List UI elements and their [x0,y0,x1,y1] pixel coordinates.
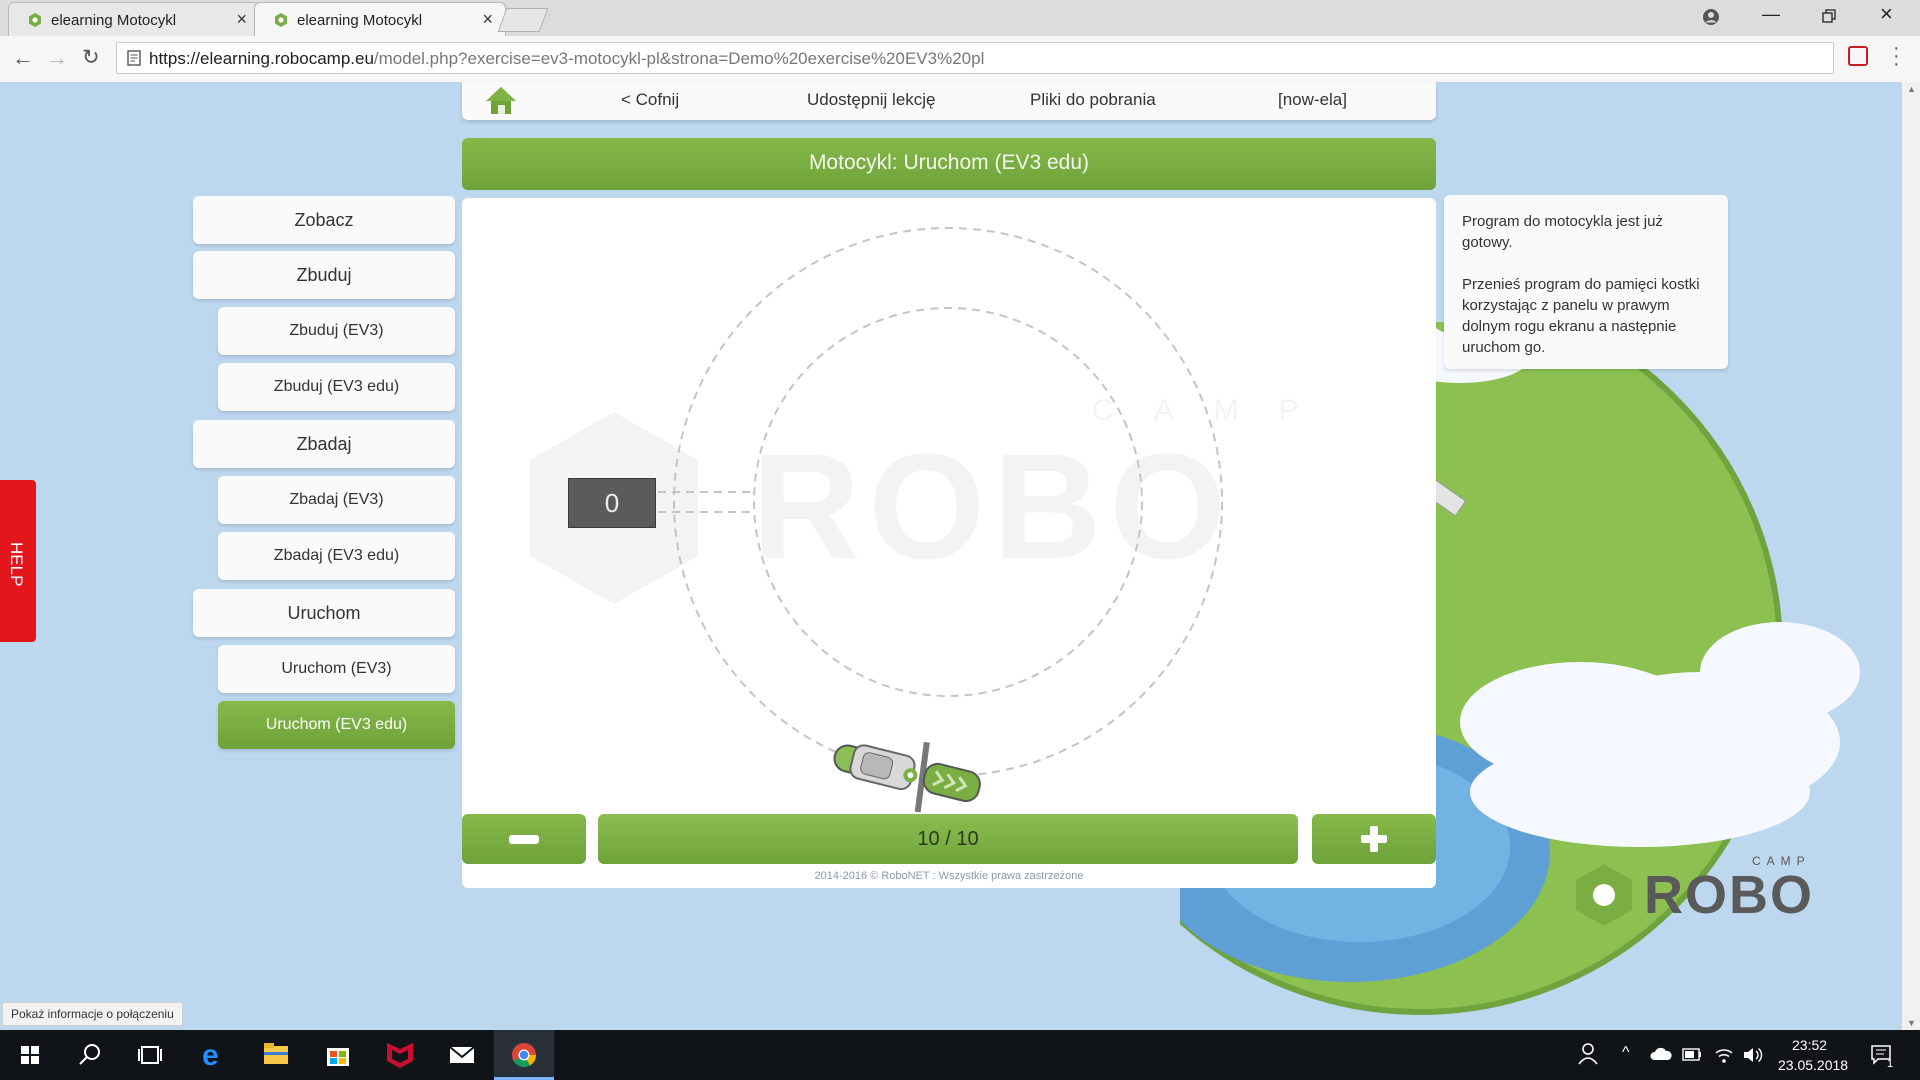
reload-icon[interactable]: ↻ [82,45,100,70]
page-title: Motocykl: Uruchom (EV3 edu) [462,138,1436,190]
sidebar-item-zbadaj[interactable]: Zbadaj [193,420,455,468]
show-hidden-icons-icon[interactable]: ^ [1622,1044,1630,1062]
minimize-icon[interactable]: — [1762,4,1780,25]
forward-arrow-icon[interactable]: → [46,45,68,71]
store-icon[interactable] [308,1030,368,1080]
mail-icon[interactable] [432,1030,492,1080]
new-tab-button[interactable] [497,8,549,32]
page-scrollbar[interactable]: ▲ ▼ [1902,82,1920,1030]
people-icon[interactable] [1558,1030,1618,1080]
clock-date[interactable]: 23.05.2018 [1778,1057,1848,1073]
downloads-link[interactable]: Pliki do pobrania [1030,90,1156,110]
instructions-paragraph-2: Przenieś program do pamięci kostki korzy… [1462,276,1700,356]
status-bubble: Pokaż informacje o połączeniu [2,1002,183,1026]
motorcycle-sprite [833,741,981,813]
svg-text:e: e [202,1039,219,1072]
profile-icon[interactable] [1702,8,1720,26]
browser-tab-active[interactable]: elearning Motocykl × [254,2,506,36]
browser-tab[interactable]: elearning Motocykl × [8,2,260,36]
simulation-stage: ROBO CAMP 0 [462,198,1436,888]
url-text: https://elearning.robocamp.eu/model.php?… [149,49,984,69]
instructions-paragraph-1: Program do motocykla jest już gotowy. [1462,213,1663,251]
start-windows-icon[interactable] [0,1030,60,1080]
help-label: HELP [7,542,26,587]
copyright-text: 2014-2016 © RoboNET : Wszystkie prawa za… [814,870,1084,882]
instructions-panel: Program do motocykla jest już gotowy. Pr… [1444,195,1728,369]
previous-step-button[interactable] [462,814,586,864]
user-link[interactable]: [now-ela] [1278,90,1347,110]
windows-taskbar: e ^ 23:52 23.05.2018 1 [0,1030,1920,1080]
share-lesson-link[interactable]: Udostępnij lekcję [807,90,936,110]
task-view-icon[interactable] [120,1030,180,1080]
sidebar-item-zbuduj[interactable]: Zbuduj [193,251,455,299]
page-info-icon[interactable] [127,50,141,66]
sidebar-item-zbadaj-ev3-edu[interactable]: Zbadaj (EV3 edu) [218,532,455,580]
sidebar-item-uruchom-ev3[interactable]: Uruchom (EV3) [218,645,455,693]
track-canvas: ROBO CAMP [530,227,1339,813]
chrome-taskbar-button[interactable] [494,1030,554,1080]
plus-icon [1361,826,1387,852]
file-explorer-icon[interactable] [246,1030,306,1080]
onedrive-icon[interactable] [1650,1046,1672,1062]
url-path: /model.php?exercise=ev3-motocykl-pl&stro… [373,49,985,68]
page-content: < Cofnij Udostępnij lekcję Pliki do pobr… [0,82,1920,1030]
step-counter: 10 / 10 [598,814,1298,864]
sidebar-item-zbuduj-ev3[interactable]: Zbuduj (EV3) [218,307,455,355]
volume-icon[interactable] [1742,1045,1764,1065]
sidebar-item-uruchom[interactable]: Uruchom [193,589,455,637]
logo-camp-text: CAMP [1752,854,1811,868]
wifi-icon[interactable] [1714,1045,1734,1065]
back-arrow-icon[interactable]: ← [12,45,34,71]
back-link[interactable]: < Cofnij [621,90,679,110]
battery-icon[interactable] [1682,1048,1702,1061]
help-tab[interactable]: HELP [0,480,36,642]
robocamp-logo-hexagon-icon [1576,864,1632,926]
watermark-camp: CAMP [1092,394,1339,427]
search-icon[interactable] [60,1030,120,1080]
robocamp-logo: ROBO CAMP [1574,854,1864,934]
sidebar-item-uruchom-ev3-edu[interactable]: Uruchom (EV3 edu) [218,701,455,749]
brick-display: 0 [568,478,656,528]
next-step-button[interactable] [1312,814,1436,864]
robocamp-favicon-icon [29,13,41,27]
extension-icon[interactable] [1848,46,1868,66]
logo-robo-text: ROBO [1644,865,1814,925]
watermark-robo: ROBO [752,422,1234,590]
edge-browser-icon[interactable]: e [184,1030,244,1080]
clock-time[interactable]: 23:52 [1792,1037,1827,1053]
tab-title: elearning Motocykl [297,12,423,29]
minus-icon [509,835,539,844]
sidebar-item-zbuduj-ev3-edu[interactable]: Zbuduj (EV3 edu) [218,363,455,411]
tab-bar: elearning Motocykl × elearning Motocykl … [0,0,1920,36]
url-host: https://elearning.robocamp.eu [149,49,374,68]
close-window-icon[interactable]: × [1880,1,1893,27]
browser-toolbar: ← → ↻ https://elearning.robocamp.eu/mode… [0,36,1920,83]
mcafee-icon[interactable] [370,1030,430,1080]
robocamp-favicon-icon [275,13,287,27]
close-tab-icon[interactable]: × [236,9,247,30]
sidebar-item-zobacz[interactable]: Zobacz [193,196,455,244]
tab-title: elearning Motocykl [51,12,177,29]
address-bar[interactable]: https://elearning.robocamp.eu/model.php?… [116,42,1834,74]
notification-count-badge: 1 [1887,1058,1894,1070]
browser-menu-icon[interactable]: · · · [1893,38,1900,74]
chrome-icon [512,1043,536,1068]
close-tab-icon[interactable]: × [482,9,493,30]
restore-icon[interactable] [1822,9,1836,23]
sidebar-item-zbadaj-ev3[interactable]: Zbadaj (EV3) [218,476,455,524]
top-navigation: < Cofnij Udostępnij lekcję Pliki do pobr… [462,82,1436,120]
home-icon[interactable] [484,84,518,116]
